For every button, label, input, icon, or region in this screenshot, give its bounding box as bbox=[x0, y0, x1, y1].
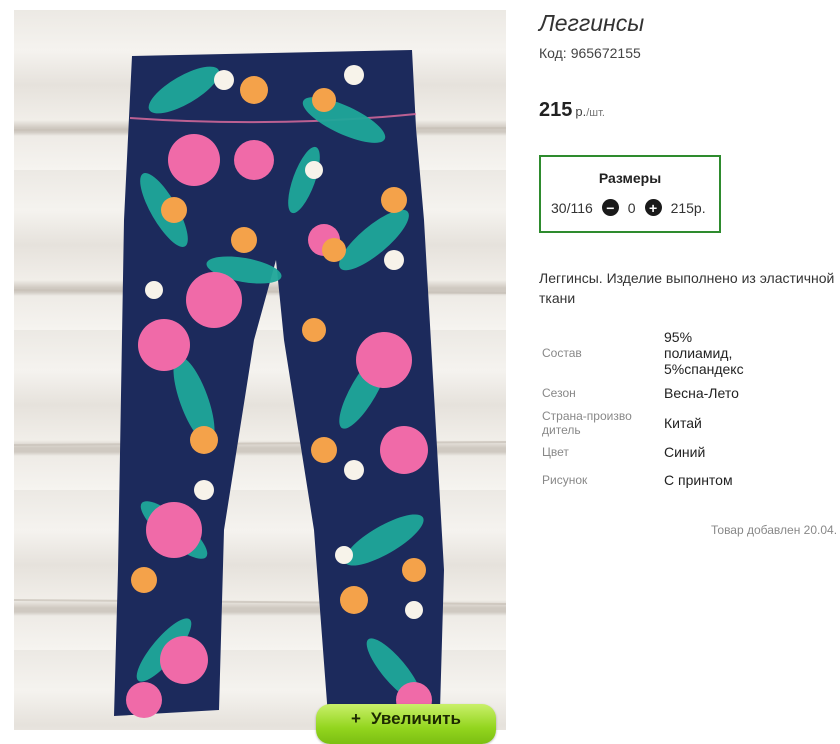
price-unit: р. bbox=[575, 104, 587, 119]
product-code-value: 965672155 bbox=[570, 45, 641, 61]
properties-table: Состав 95% полиамид, 5%спандекс Сезон Ве… bbox=[539, 328, 754, 494]
price-per: /шт. bbox=[586, 107, 605, 119]
property-value: 95% полиамид, 5%спандекс bbox=[664, 328, 754, 378]
zoom-button[interactable]: + Увеличить bbox=[316, 704, 496, 744]
product-description: Леггинсы. Изделие выполнено из эластично… bbox=[539, 270, 835, 306]
property-value: Синий bbox=[664, 444, 706, 460]
property-name: Страна-производитель bbox=[539, 408, 664, 438]
property-name: Состав bbox=[542, 346, 582, 360]
sizes-title: Размеры bbox=[598, 170, 662, 186]
table-row: Рисунок С принтом bbox=[539, 466, 754, 494]
property-value: Китай bbox=[664, 415, 702, 431]
plus-icon: + bbox=[351, 709, 361, 728]
size-quantity[interactable]: 0 bbox=[628, 200, 636, 216]
size-price: 215р. bbox=[670, 199, 706, 216]
minus-icon[interactable]: − bbox=[601, 199, 619, 216]
leggings-image bbox=[14, 50, 506, 718]
property-name: Сезон bbox=[542, 386, 576, 400]
product-price: 215 р./шт. bbox=[539, 99, 605, 122]
size-label: 30/116 bbox=[551, 199, 593, 216]
property-name: Рисунок bbox=[542, 473, 588, 487]
product-code-label: Код: bbox=[539, 45, 567, 61]
sizes-box: Размеры 30/116 − 0 + 215р. bbox=[539, 155, 721, 233]
table-row: Состав 95% полиамид, 5%спандекс bbox=[539, 328, 754, 378]
table-row: Сезон Весна-Лето bbox=[539, 378, 754, 408]
added-date: Товар добавлен 20.04. bbox=[711, 523, 838, 537]
property-value: С принтом bbox=[664, 472, 733, 488]
table-row: Страна-производитель Китай bbox=[539, 408, 754, 438]
property-name: Цвет bbox=[542, 445, 569, 459]
property-value: Весна-Лето bbox=[664, 385, 739, 401]
size-row: 30/116 − 0 + 215р. bbox=[551, 199, 706, 216]
product-photo[interactable] bbox=[14, 10, 506, 730]
zoom-button-label: Увеличить bbox=[370, 709, 461, 728]
table-row: Цвет Синий bbox=[539, 438, 754, 466]
price-value: 215 bbox=[539, 99, 573, 121]
product-title: Леггинсы bbox=[539, 10, 645, 36]
property-value-text: 95% полиамид, 5%спандекс bbox=[664, 329, 744, 377]
property-name-text: Страна-производитель bbox=[542, 409, 632, 437]
plus-icon[interactable]: + bbox=[644, 199, 662, 216]
product-code: Код: 965672155 bbox=[539, 45, 641, 61]
